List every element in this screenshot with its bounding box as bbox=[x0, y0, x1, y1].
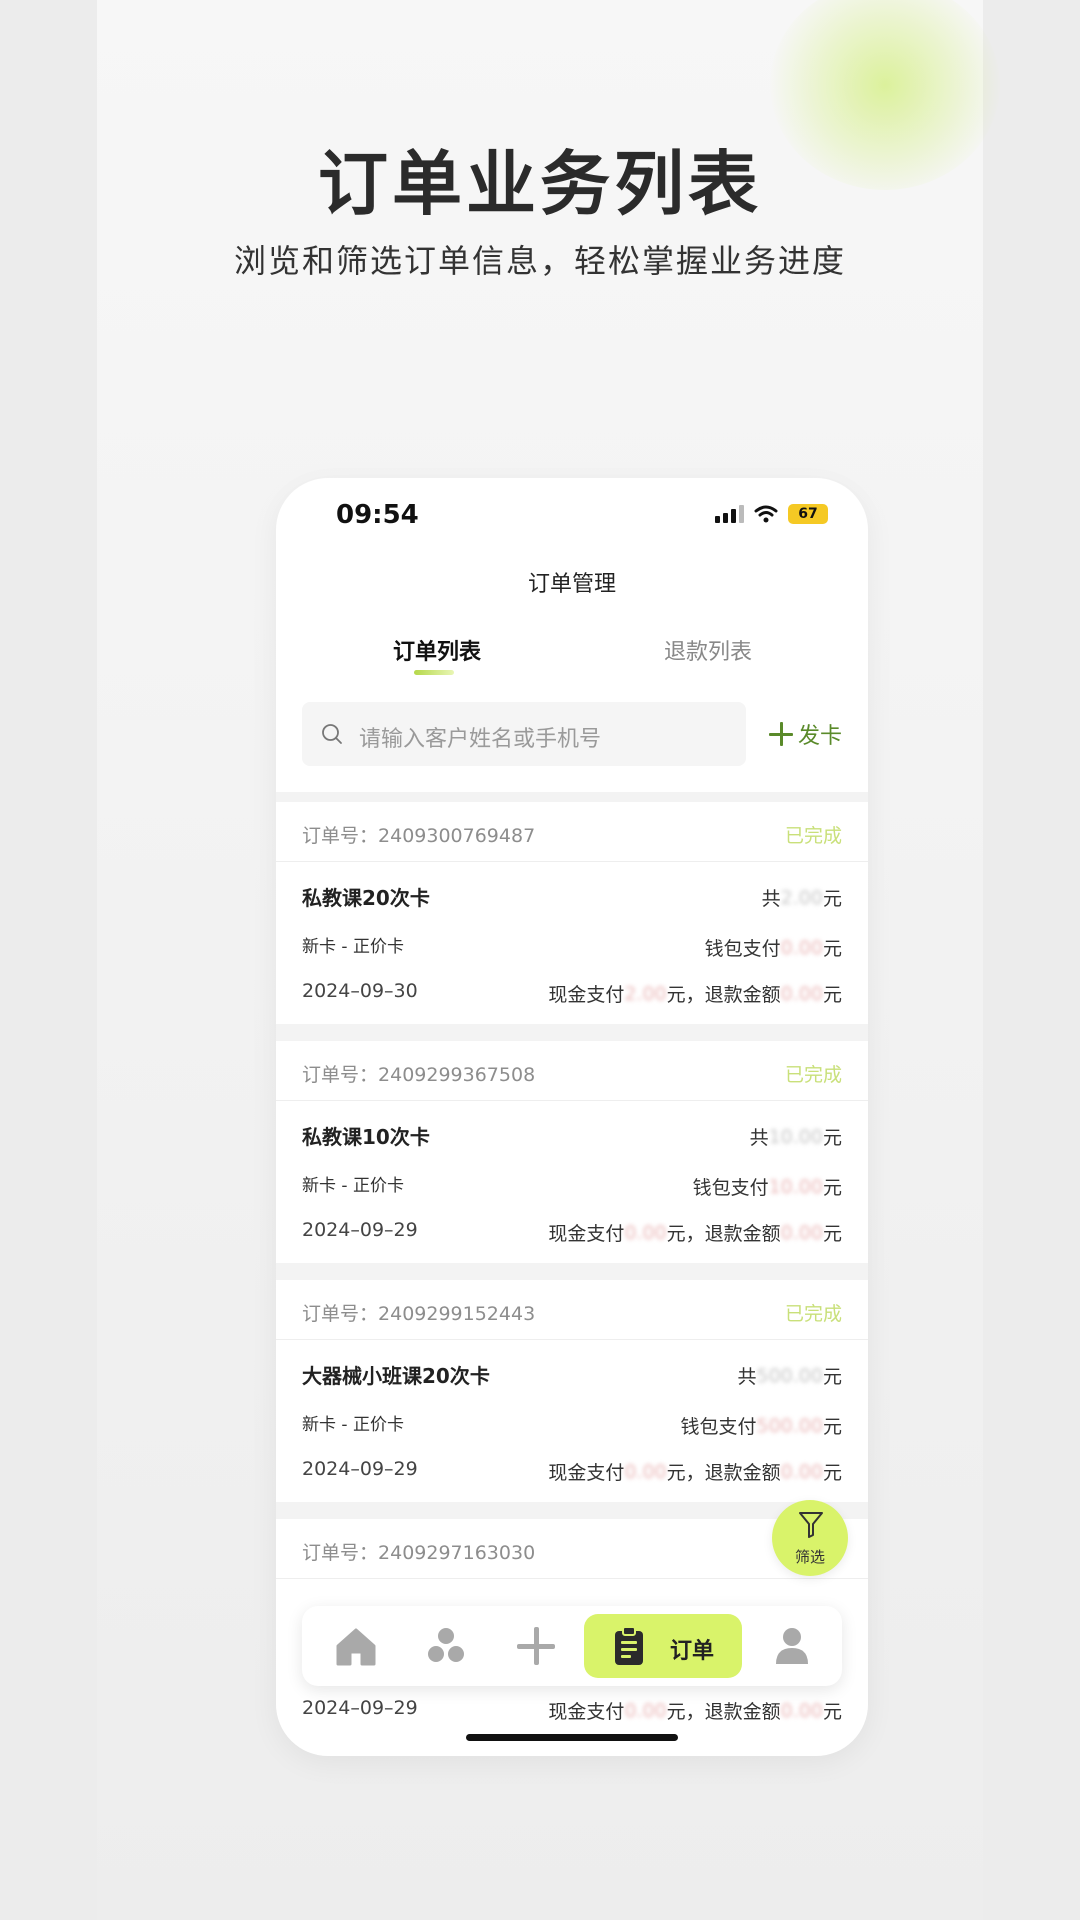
order-card-header: 订单号：2409299152443 已完成 bbox=[276, 1280, 868, 1340]
product-name: 私教课10次卡 bbox=[302, 1125, 430, 1149]
order-number: 订单号：2409300769487 bbox=[302, 825, 536, 847]
order-card[interactable]: 订单号：2409299152443 已完成 大器械小班课20次卡 新卡 - 正价… bbox=[276, 1280, 868, 1502]
status-badge: 已完成 bbox=[784, 1064, 842, 1086]
hero-subtitle: 浏览和筛选订单信息，轻松掌握业务进度 bbox=[233, 242, 846, 280]
left-margin bbox=[0, 0, 97, 1920]
wallet-payment: 钱包支付 10.00 元 bbox=[692, 1175, 842, 1200]
members-icon bbox=[428, 1628, 464, 1662]
tabbar-members[interactable] bbox=[406, 1606, 486, 1686]
signal-icon bbox=[715, 505, 744, 523]
status-icons: 67 bbox=[715, 504, 828, 524]
profile-icon bbox=[776, 1628, 808, 1664]
filter-label: 筛选 bbox=[794, 1548, 825, 1566]
bottom-tab-bar: 订单 bbox=[302, 1606, 842, 1686]
wallet-payment: 钱包支付 500.00 元 bbox=[680, 1414, 842, 1439]
cash-refund: 现金支付 0.00 元，退款金额 0.00 元 bbox=[548, 1460, 842, 1485]
order-number: 订单号：2409297163030 bbox=[302, 1542, 536, 1564]
status-badge: 已完成 bbox=[784, 1303, 842, 1325]
tabbar-home[interactable] bbox=[316, 1606, 396, 1686]
tabbar-orders-label: 订单 bbox=[670, 1639, 715, 1664]
filter-button[interactable]: 筛选 bbox=[772, 1500, 848, 1576]
order-date: 2024–09–29 bbox=[302, 1697, 418, 1719]
tab-refund-list[interactable]: 退款列表 bbox=[664, 634, 752, 666]
add-card-label: 发卡 bbox=[798, 724, 843, 749]
wallet-payment: 钱包支付 0.00 元 bbox=[704, 936, 842, 961]
header: 09:54 67 订单管理 订单列表 退款列表 请输入客户姓名或手机号 发卡 bbox=[276, 478, 868, 792]
add-icon bbox=[517, 1627, 555, 1665]
cash-refund: 现金支付 2.00 元，退款金额 0.00 元 bbox=[548, 982, 842, 1007]
plus-icon bbox=[768, 721, 794, 747]
search-placeholder: 请输入客户姓名或手机号 bbox=[359, 727, 602, 752]
right-margin bbox=[983, 0, 1080, 1920]
product-name: 大器械小班课20次卡 bbox=[302, 1364, 490, 1388]
order-card-header: 订单号：2409299367508 已完成 bbox=[276, 1041, 868, 1101]
page-title: 订单管理 bbox=[527, 572, 616, 597]
order-card-header: 订单号：2409300769487 已完成 bbox=[276, 802, 868, 862]
tab-order-list[interactable]: 订单列表 bbox=[393, 634, 481, 666]
total-amount: 共 10.00 元 bbox=[749, 1125, 842, 1150]
phone-screen: 09:54 67 订单管理 订单列表 退款列表 请输入客户姓名或手机号 发卡 订… bbox=[276, 478, 868, 1756]
order-date: 2024–09–29 bbox=[302, 1219, 418, 1241]
status-badge: 已完成 bbox=[784, 825, 842, 847]
tabbar-add[interactable] bbox=[496, 1606, 576, 1686]
total-amount: 共 2.00 元 bbox=[761, 886, 842, 911]
card-type: 新卡 - 正价卡 bbox=[302, 937, 404, 957]
search-input[interactable]: 请输入客户姓名或手机号 bbox=[302, 702, 746, 766]
cash-refund: 现金支付 0.00 元，退款金额 0.00 元 bbox=[548, 1699, 842, 1724]
order-date: 2024–09–29 bbox=[302, 1458, 418, 1480]
order-card[interactable]: 订单号：2409300769487 已完成 私教课20次卡 新卡 - 正价卡 2… bbox=[276, 802, 868, 1024]
search-icon bbox=[322, 724, 342, 744]
order-card[interactable]: 订单号：2409299367508 已完成 私教课10次卡 新卡 - 正价卡 2… bbox=[276, 1041, 868, 1263]
total-amount: 共 500.00 元 bbox=[737, 1364, 842, 1389]
wifi-icon bbox=[754, 505, 778, 523]
add-card-button[interactable]: 发卡 bbox=[768, 718, 842, 750]
tabbar-profile[interactable] bbox=[752, 1606, 832, 1686]
product-name: 私教课20次卡 bbox=[302, 886, 430, 910]
tabbar-orders[interactable]: 订单 bbox=[584, 1614, 742, 1678]
battery-icon: 67 bbox=[788, 504, 828, 524]
filter-icon bbox=[799, 1512, 823, 1538]
order-number: 订单号：2409299367508 bbox=[302, 1064, 536, 1086]
order-date: 2024–09–30 bbox=[302, 980, 418, 1002]
status-time: 09:54 bbox=[336, 500, 419, 530]
home-icon bbox=[336, 1628, 376, 1666]
hero-title: 订单业务列表 bbox=[318, 143, 762, 225]
order-number: 订单号：2409299152443 bbox=[302, 1303, 536, 1325]
order-clipboard-icon bbox=[615, 1626, 643, 1665]
home-indicator bbox=[466, 1734, 678, 1741]
card-type: 新卡 - 正价卡 bbox=[302, 1415, 404, 1435]
cash-refund: 现金支付 0.00 元，退款金额 0.00 元 bbox=[548, 1221, 842, 1246]
card-type: 新卡 - 正价卡 bbox=[302, 1176, 404, 1196]
tab-indicator bbox=[414, 670, 454, 675]
